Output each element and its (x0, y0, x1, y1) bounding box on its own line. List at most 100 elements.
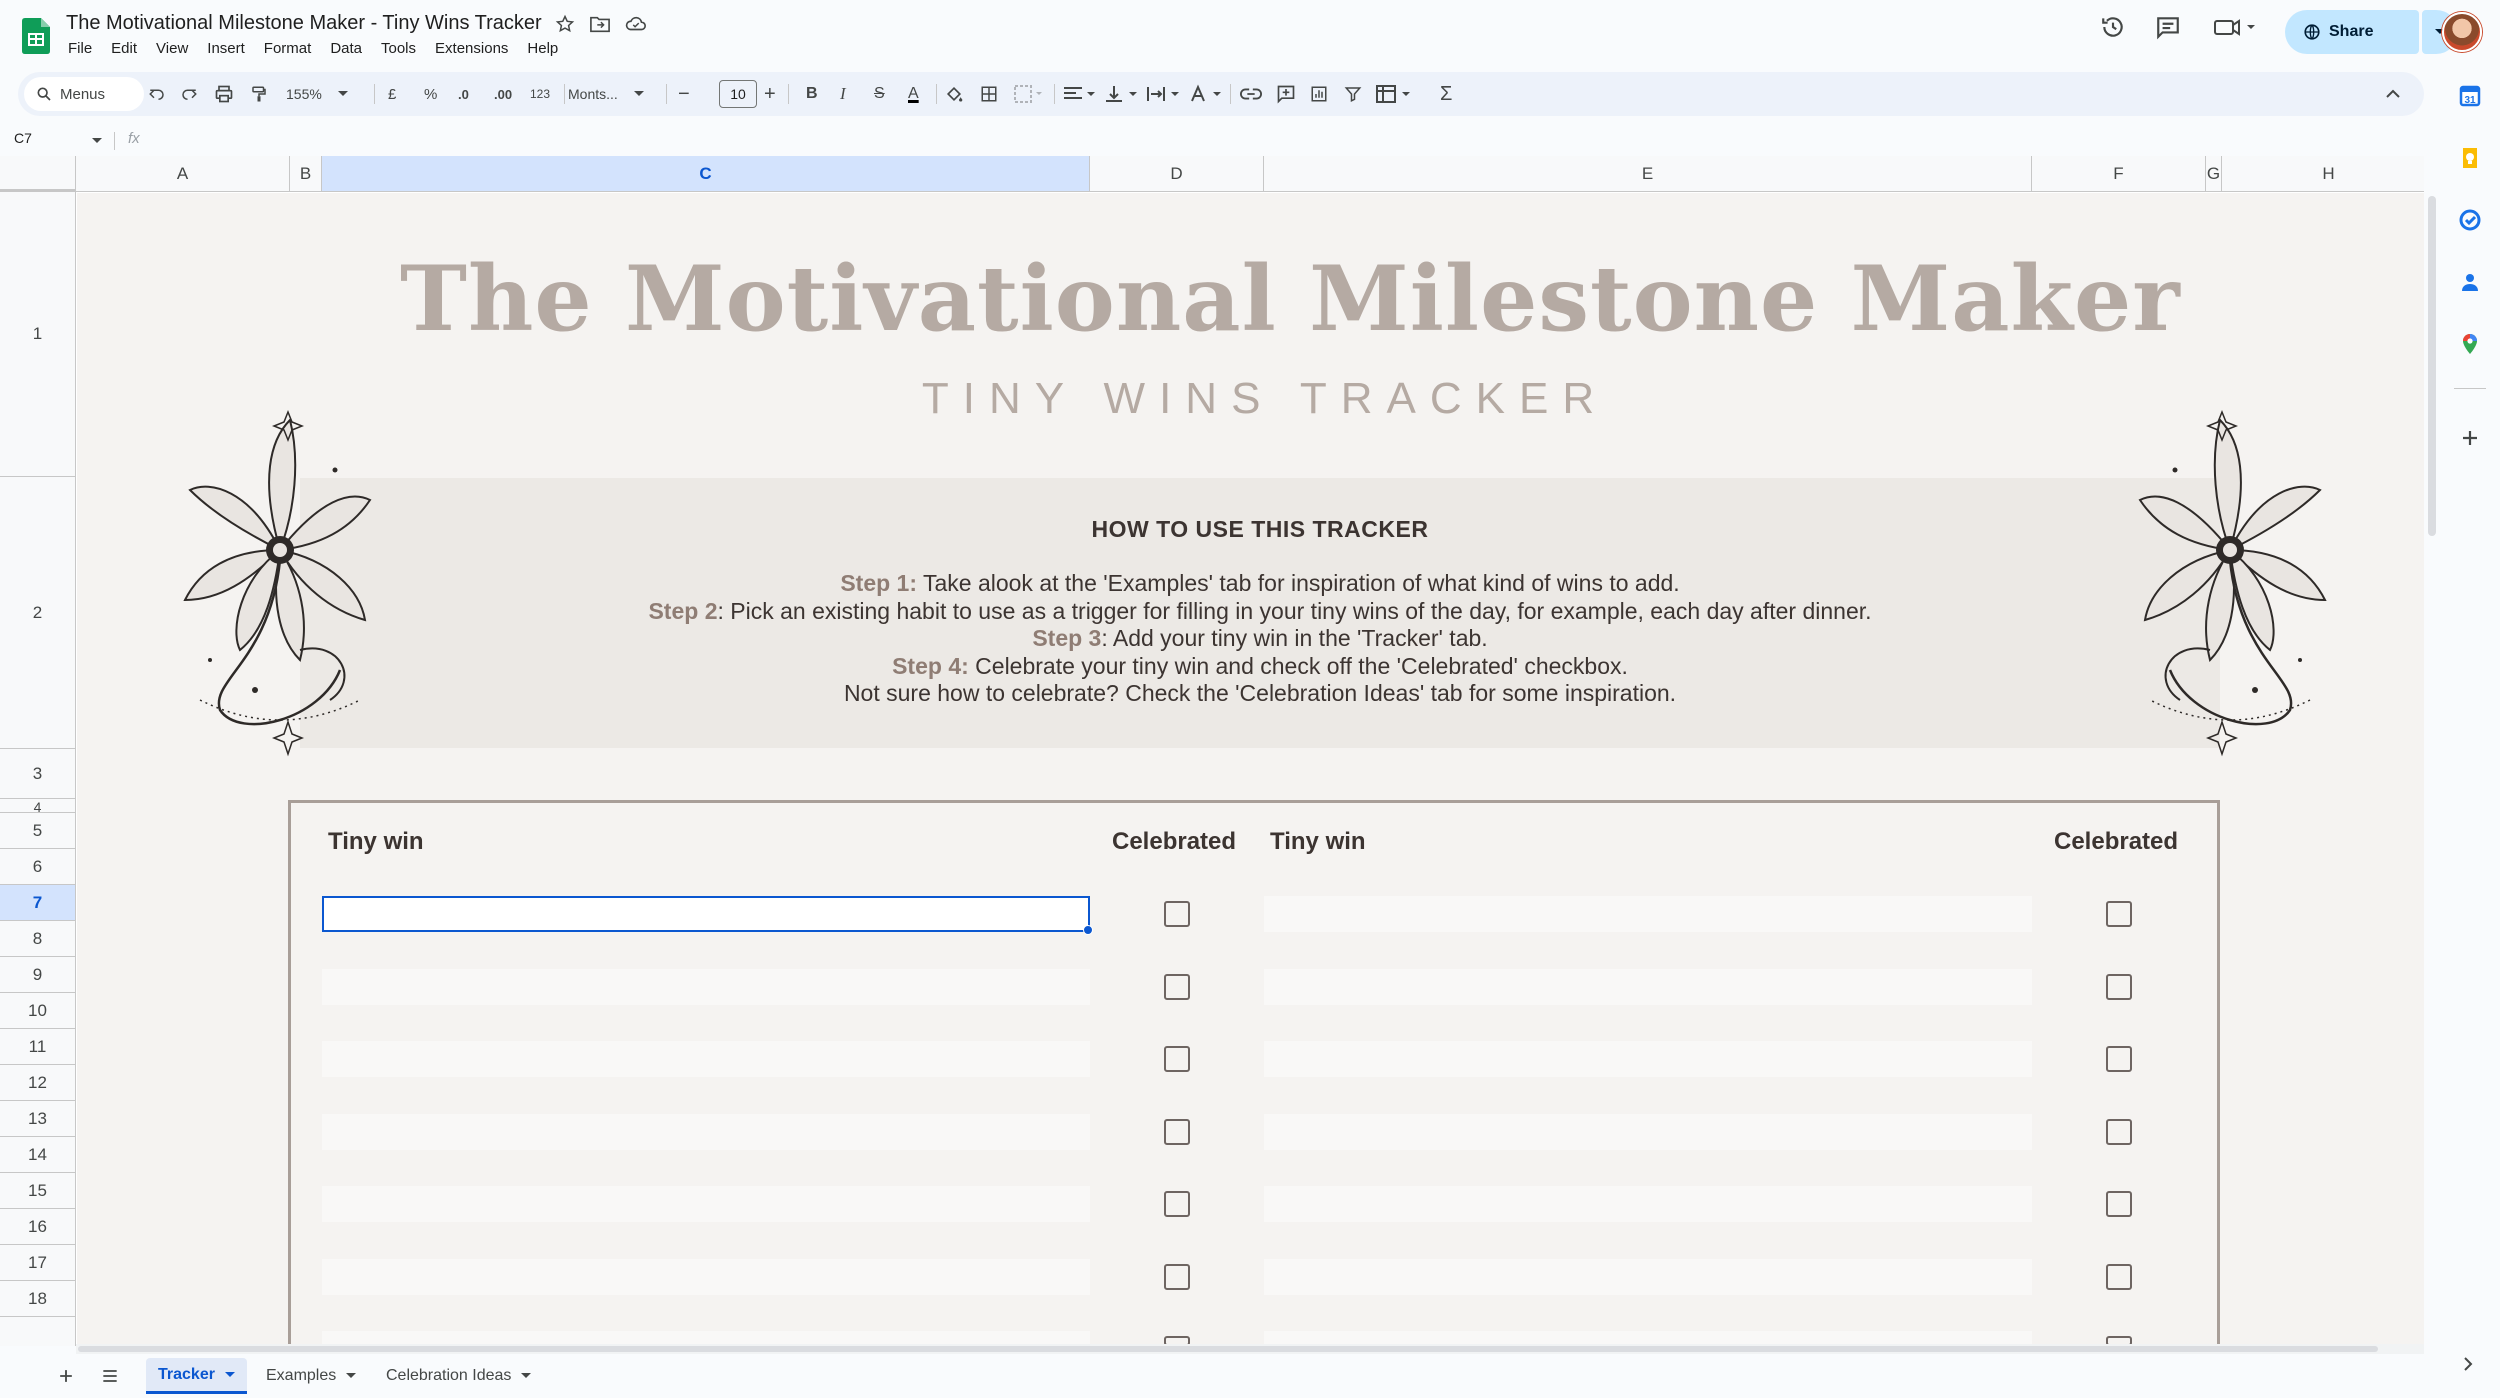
chevron-down-icon[interactable] (92, 138, 102, 144)
tiny-win-field-left[interactable] (322, 1114, 1090, 1150)
redo-icon[interactable] (180, 72, 198, 116)
add-icon[interactable] (2458, 426, 2482, 450)
keep-icon[interactable] (2458, 146, 2482, 170)
chevron-down-icon[interactable] (346, 1373, 357, 1379)
column-header-d[interactable]: D (1090, 156, 1264, 192)
merge-icon[interactable] (1014, 72, 1044, 116)
tasks-icon[interactable] (2458, 208, 2482, 232)
meet-icon[interactable] (2213, 14, 2257, 40)
celebrated-checkbox-right[interactable] (2106, 1191, 2132, 1217)
tiny-win-field-left[interactable] (322, 1186, 1090, 1222)
celebrated-checkbox-left[interactable] (1164, 1046, 1190, 1072)
percent-format-button[interactable]: % (424, 72, 437, 116)
strikethrough-button[interactable]: S (874, 72, 885, 116)
row-header-17[interactable]: 17 (0, 1245, 76, 1281)
table-icon[interactable] (1376, 72, 1412, 116)
comment-add-icon[interactable] (1276, 72, 1296, 116)
select-all-corner[interactable] (0, 156, 76, 194)
chevron-down-icon[interactable] (224, 1371, 235, 1378)
celebrated-checkbox-left[interactable] (1164, 1264, 1190, 1290)
row-header-3[interactable]: 3 (0, 749, 76, 799)
scrollbar-thumb[interactable] (78, 1346, 2378, 1352)
row-header-11[interactable]: 11 (0, 1029, 76, 1065)
menu-data[interactable]: Data (330, 40, 362, 57)
row-header-10[interactable]: 10 (0, 993, 76, 1029)
tiny-win-field-right[interactable] (1264, 1114, 2032, 1150)
sheets-logo-icon[interactable] (22, 18, 50, 54)
column-header-e[interactable]: E (1264, 156, 2032, 192)
celebrated-checkbox-right[interactable] (2106, 1119, 2132, 1145)
print-icon[interactable] (214, 72, 234, 116)
decrease-decimal-button[interactable]: .0 (458, 72, 469, 116)
vertical-scrollbar[interactable] (2424, 156, 2440, 1346)
menu-insert[interactable]: Insert (207, 40, 245, 57)
add-sheet-icon[interactable] (56, 1366, 76, 1386)
row-header-2[interactable]: 2 (0, 477, 76, 749)
row-header-19[interactable] (0, 1317, 76, 1346)
celebrated-checkbox-left[interactable] (1164, 1119, 1190, 1145)
tiny-win-field-left[interactable] (322, 1041, 1090, 1077)
font-size-increase-button[interactable]: + (764, 72, 776, 116)
menu-extensions[interactable]: Extensions (435, 40, 508, 57)
contacts-icon[interactable] (2458, 270, 2482, 294)
maps-icon[interactable] (2458, 332, 2482, 356)
column-header-g[interactable]: G (2206, 156, 2222, 192)
menu-file[interactable]: File (68, 40, 92, 57)
row-header-13[interactable]: 13 (0, 1101, 76, 1137)
filter-icon[interactable] (1344, 72, 1362, 116)
comments-icon[interactable] (2155, 14, 2181, 40)
currency-format-button[interactable]: £ (388, 72, 396, 116)
active-cell-c7[interactable] (322, 896, 1093, 935)
tiny-win-field-right[interactable] (1264, 1259, 2032, 1295)
font-size-input[interactable]: 10 (719, 80, 757, 108)
chevron-right-icon[interactable] (2462, 1356, 2486, 1380)
row-header-15[interactable]: 15 (0, 1173, 76, 1209)
share-button[interactable]: Share (2285, 10, 2419, 54)
valign-icon[interactable] (1104, 72, 1138, 116)
menu-edit[interactable]: Edit (111, 40, 137, 57)
move-folder-icon[interactable] (589, 14, 611, 34)
row-header-5[interactable]: 5 (0, 813, 76, 849)
fill-color-icon[interactable] (944, 72, 964, 116)
undo-icon[interactable] (148, 72, 166, 116)
document-title[interactable]: The Motivational Milestone Maker - Tiny … (66, 12, 542, 35)
collapse-icon[interactable] (2386, 72, 2400, 116)
tab-tracker[interactable]: Tracker (146, 1358, 247, 1394)
celebrated-checkbox-left[interactable] (1164, 974, 1190, 1000)
row-header-18[interactable]: 18 (0, 1281, 76, 1317)
link-icon[interactable] (1240, 72, 1262, 116)
row-header-12[interactable]: 12 (0, 1065, 76, 1101)
align-icon[interactable] (1062, 72, 1096, 116)
row-header-6[interactable]: 6 (0, 849, 76, 885)
avatar[interactable] (2442, 12, 2482, 52)
italic-button[interactable]: I (840, 72, 846, 116)
font-size-decrease-button[interactable]: − (678, 72, 690, 116)
column-header-c[interactable]: C (322, 156, 1090, 192)
rotate-icon[interactable] (1188, 72, 1222, 116)
celebrated-checkbox-right[interactable] (2106, 974, 2132, 1000)
row-header-8[interactable]: 8 (0, 921, 76, 957)
column-header-a[interactable]: A (76, 156, 290, 192)
wrap-icon[interactable] (1146, 72, 1180, 116)
tab-celebration-ideas[interactable]: Celebration Ideas (374, 1358, 543, 1394)
paint-format-icon[interactable] (250, 72, 268, 116)
column-header-f[interactable]: F (2032, 156, 2206, 192)
text-color-button[interactable]: A (908, 72, 919, 116)
row-header-16[interactable]: 16 (0, 1209, 76, 1245)
tab-examples[interactable]: Examples (254, 1358, 368, 1394)
horizontal-scrollbar[interactable] (76, 1344, 2424, 1354)
functions-button[interactable]: Σ (1440, 72, 1452, 116)
row-header-1[interactable]: 1 (0, 192, 76, 477)
name-box[interactable]: C7 (14, 130, 32, 146)
calendar-icon[interactable]: 31 (2458, 84, 2482, 108)
menu-format[interactable]: Format (264, 40, 312, 57)
row-header-7[interactable]: 7 (0, 885, 76, 921)
row-header-14[interactable]: 14 (0, 1137, 76, 1173)
scrollbar-thumb[interactable] (2428, 196, 2436, 536)
menu-help[interactable]: Help (527, 40, 558, 57)
tiny-win-field-right[interactable] (1264, 1186, 2032, 1222)
star-icon[interactable] (555, 14, 575, 34)
increase-decimal-button[interactable]: .00 (494, 72, 512, 116)
column-header-h[interactable]: H (2222, 156, 2436, 192)
chevron-down-icon[interactable] (521, 1373, 532, 1379)
